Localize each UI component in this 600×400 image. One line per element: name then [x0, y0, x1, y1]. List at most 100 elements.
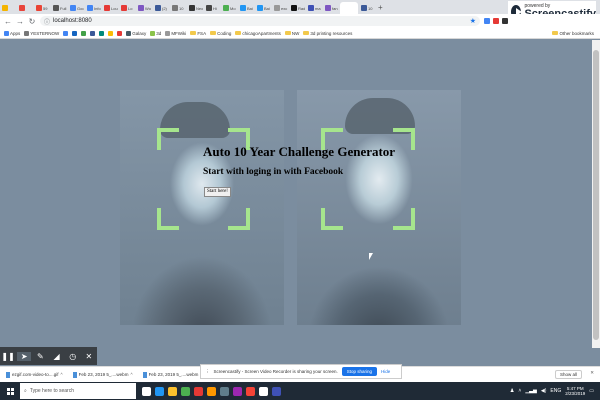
timer-icon[interactable]: ◷ — [66, 352, 80, 361]
browser-tab[interactable]: Full — [51, 2, 67, 14]
extension-icon[interactable] — [502, 18, 508, 24]
taskbar-app-icon[interactable] — [207, 386, 216, 396]
close-icon[interactable]: ✕ — [590, 370, 594, 376]
browser-tab[interactable]: Bai — [238, 2, 254, 14]
download-item[interactable]: ezgif.com-video-to....gif ^ — [6, 371, 63, 378]
notification-icon[interactable]: ▭ — [589, 388, 594, 394]
language-indicator[interactable]: ENG — [550, 388, 561, 394]
bookmark-item[interactable]: YESTERNOW — [24, 30, 59, 36]
browser-tab[interactable]: Neo — [187, 2, 203, 14]
photo-before — [120, 90, 284, 325]
back-arrow-icon[interactable]: ← — [4, 17, 12, 26]
tab-favicon-icon — [274, 5, 280, 11]
stop-sharing-button[interactable]: Stop sharing — [341, 367, 378, 376]
reload-icon[interactable]: ↻ — [28, 17, 36, 26]
show-all-button[interactable]: Show all — [554, 370, 582, 379]
browser-tab[interactable]: exc — [272, 2, 288, 14]
bookmark-item[interactable]: 3d — [150, 30, 161, 36]
mouse-pointer-icon — [369, 253, 373, 260]
browser-tab[interactable] — [0, 2, 16, 14]
download-item[interactable]: Feb 23, 2019 5_....webm^ — [72, 371, 133, 378]
extension-icon[interactable] — [484, 18, 490, 24]
bookmark-item[interactable]: FSA — [190, 31, 206, 36]
bookmark-item[interactable] — [99, 30, 105, 36]
taskbar-app-icon[interactable] — [246, 386, 255, 396]
bookmark-star-icon[interactable]: ★ — [470, 17, 476, 25]
taskbar-app-icon[interactable] — [168, 386, 177, 396]
chevron-up-icon[interactable]: ^ — [61, 372, 63, 377]
bookmark-item[interactable]: Galaxy — [126, 30, 146, 36]
bookmark-item[interactable]: Coding — [210, 31, 231, 36]
bookmark-item[interactable]: 3d printing resources — [303, 31, 352, 36]
extension-icons — [484, 18, 508, 24]
browser-tab[interactable]: ma — [306, 2, 322, 14]
start-button[interactable]: Start here! — [204, 187, 231, 197]
bookmark-favicon-icon — [63, 30, 69, 36]
pause-icon[interactable]: ❚❚ — [1, 352, 15, 361]
people-icon[interactable]: ♟ — [510, 388, 514, 394]
taskbar-app-icon[interactable] — [233, 386, 242, 396]
browser-tab[interactable]: Goo — [68, 2, 84, 14]
address-bar[interactable]: ⓘ localhost:8080 ★ — [40, 16, 480, 26]
browser-tab[interactable]: Hi — [204, 2, 220, 14]
page-scrollbar[interactable] — [592, 40, 600, 348]
extension-icon[interactable] — [493, 18, 499, 24]
browser-tab[interactable]: Lou — [102, 2, 118, 14]
browser-tab[interactable]: fan — [323, 2, 339, 14]
bookmark-item[interactable] — [63, 30, 69, 36]
taskbar-app-icon[interactable] — [272, 386, 281, 396]
scrollbar-thumb[interactable] — [593, 50, 599, 340]
other-bookmarks-label: Other bookmarks — [559, 30, 594, 36]
bookmark-item[interactable]: chicagoApartments — [235, 31, 281, 36]
pen-tool-icon[interactable]: ✎ — [33, 352, 47, 361]
chevron-up-icon[interactable]: ^ — [130, 372, 132, 377]
bookmark-item[interactable] — [108, 30, 114, 36]
bookmark-favicon-icon — [108, 30, 114, 36]
taskbar-app-icon[interactable] — [259, 386, 268, 396]
taskbar-app-icon[interactable] — [142, 386, 151, 396]
chevron-up-icon[interactable]: ˄ — [518, 388, 521, 394]
other-bookmarks[interactable]: Other bookmarks — [552, 31, 594, 36]
bookmark-label: FSA — [197, 30, 207, 36]
browser-tab[interactable]: (2) — [153, 2, 169, 14]
forward-arrow-icon[interactable]: → — [16, 17, 24, 26]
bookmark-item[interactable] — [72, 30, 78, 36]
info-icon[interactable]: ⓘ — [44, 17, 50, 26]
browser-tab[interactable]: Mo — [221, 2, 237, 14]
bookmark-item[interactable]: Apps — [4, 30, 20, 36]
bookmark-item[interactable]: NW — [284, 31, 299, 36]
browser-tab[interactable]: Wo — [136, 2, 152, 14]
volume-icon[interactable]: ◀) — [541, 388, 547, 394]
bookmark-item[interactable] — [90, 30, 96, 36]
tab-label: Lou — [111, 5, 118, 11]
download-item[interactable]: Feb 23, 2019 5_....webm^ — [142, 371, 202, 378]
browser-tab[interactable]: Rad — [289, 2, 305, 14]
clock[interactable]: 5:47 PM 2/23/2019 — [565, 386, 585, 396]
taskbar-app-icon[interactable] — [220, 386, 229, 396]
network-icon[interactable]: ▁▃▅ — [525, 388, 537, 394]
bookmark-item[interactable]: MFWiki — [165, 30, 186, 36]
taskbar-app-icon[interactable] — [194, 386, 203, 396]
browser-tab[interactable] — [340, 2, 358, 14]
close-icon[interactable]: ✕ — [82, 352, 96, 361]
hide-button[interactable]: Hide — [381, 369, 390, 374]
taskbar-search[interactable]: ⌕ Type here to search — [20, 383, 136, 399]
face-frame-corner — [157, 208, 179, 230]
pointer-tool-icon[interactable]: ➤ — [17, 351, 32, 361]
taskbar-app-icon[interactable] — [155, 386, 164, 396]
browser-tab[interactable] — [17, 2, 33, 14]
screen-sharing-notice: ⋮ Screencastify - Screen Video Recorder … — [200, 364, 402, 379]
windows-start-icon[interactable] — [0, 382, 20, 400]
bookmark-item[interactable] — [81, 30, 87, 36]
browser-tab[interactable]: 59 — [34, 2, 50, 14]
browser-tab[interactable]: Info — [85, 2, 101, 14]
eraser-tool-icon[interactable]: ◢ — [50, 352, 64, 361]
browser-tab[interactable]: 10 — [359, 2, 375, 14]
browser-tab[interactable]: 10 — [170, 2, 186, 14]
face-frame-corner — [157, 128, 179, 150]
browser-tab[interactable]: Bai — [255, 2, 271, 14]
taskbar-app-icon[interactable] — [181, 386, 190, 396]
new-tab-icon[interactable]: + — [378, 3, 383, 12]
browser-tab[interactable]: Lo — [119, 2, 135, 14]
bookmark-item[interactable] — [117, 30, 123, 36]
